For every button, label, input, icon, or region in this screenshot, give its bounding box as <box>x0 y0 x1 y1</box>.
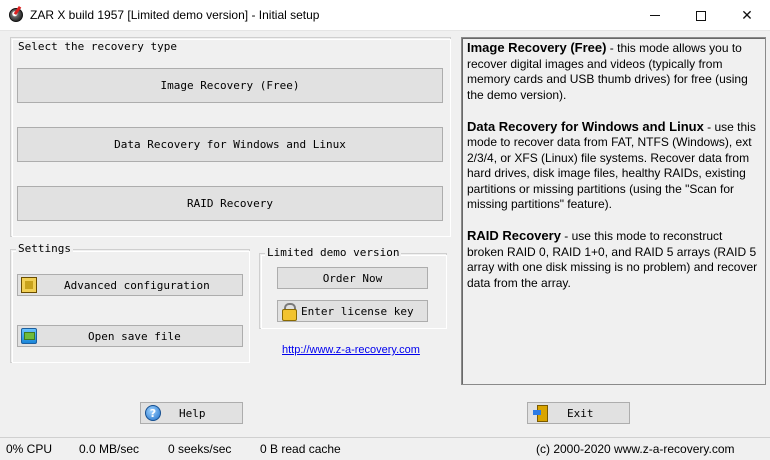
settings-group-title: Settings <box>16 242 73 255</box>
exit-button[interactable]: Exit <box>527 402 630 424</box>
help-icon: ? <box>145 405 161 421</box>
status-bar: 0% CPU 0.0 MB/sec 0 seeks/sec 0 B read c… <box>0 437 770 460</box>
data-recovery-description: Data Recovery for Windows and Linux - us… <box>467 119 760 213</box>
status-seeks: 0 seeks/sec <box>168 442 232 456</box>
maximize-icon <box>696 10 706 21</box>
description-panel: Image Recovery (Free) - this mode allows… <box>461 37 766 385</box>
website-link[interactable]: http://www.z-a-recovery.com <box>282 344 420 356</box>
status-throughput: 0.0 MB/sec <box>79 442 140 456</box>
minimize-icon <box>650 15 660 16</box>
demo-group-title: Limited demo version <box>265 246 402 259</box>
raid-recovery-label: RAID Recovery <box>186 197 274 210</box>
data-recovery-desc-title: Data Recovery for Windows and Linux <box>467 118 704 134</box>
image-recovery-description: Image Recovery (Free) - this mode allows… <box>467 40 760 103</box>
lock-icon <box>281 303 297 321</box>
help-button[interactable]: ? Help <box>140 402 243 424</box>
folder-icon <box>21 328 37 344</box>
close-icon: ✕ <box>741 7 753 24</box>
recovery-type-group-title: Select the recovery type <box>16 40 179 53</box>
window-title: ZAR X build 1957 [Limited demo version] … <box>30 8 320 22</box>
image-recovery-button[interactable]: Image Recovery (Free) <box>17 68 443 103</box>
advanced-configuration-button[interactable]: Advanced configuration <box>17 274 243 296</box>
close-button[interactable]: ✕ <box>724 0 770 31</box>
raid-recovery-description: RAID Recovery - use this mode to reconst… <box>467 228 760 291</box>
exit-label: Exit <box>567 406 594 420</box>
status-cpu: 0% CPU <box>6 442 53 456</box>
data-recovery-button[interactable]: Data Recovery for Windows and Linux <box>17 127 443 162</box>
open-save-file-button[interactable]: Open save file <box>17 325 243 347</box>
status-cache: 0 B read cache <box>260 442 341 456</box>
image-recovery-desc-title: Image Recovery (Free) <box>467 40 607 55</box>
minimize-button[interactable] <box>632 0 678 31</box>
data-recovery-label: Data Recovery for Windows and Linux <box>114 138 346 151</box>
status-copyright: (c) 2000-2020 www.z-a-recovery.com <box>536 442 735 456</box>
title-bar: ZAR X build 1957 [Limited demo version] … <box>0 0 770 31</box>
maximize-button[interactable] <box>678 0 724 31</box>
image-recovery-label: Image Recovery (Free) <box>160 79 300 92</box>
order-now-label: Order Now <box>322 271 383 285</box>
help-label: Help <box>179 406 206 420</box>
raid-recovery-button[interactable]: RAID Recovery <box>17 186 443 221</box>
exit-door-icon <box>533 405 549 422</box>
app-disk-icon <box>9 8 23 22</box>
enter-license-key-button[interactable]: Enter license key <box>277 300 428 322</box>
order-now-button[interactable]: Order Now <box>277 267 428 289</box>
raid-recovery-desc-title: RAID Recovery <box>467 228 561 243</box>
advanced-configuration-label: Advanced configuration <box>64 278 210 292</box>
chip-icon <box>21 277 37 293</box>
enter-license-key-label: Enter license key <box>301 304 414 318</box>
open-save-file-label: Open save file <box>88 329 181 343</box>
